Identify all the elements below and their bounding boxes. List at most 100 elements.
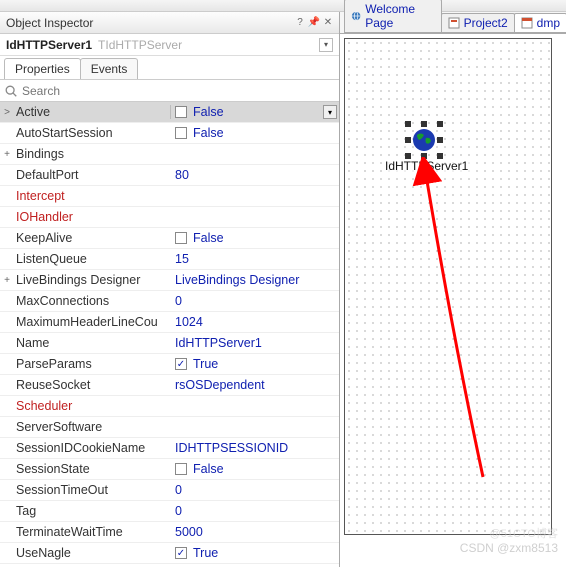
prop-row-terminatewaittime[interactable]: TerminateWaitTime 5000 <box>0 522 339 543</box>
tab-project[interactable]: Project2 <box>441 13 515 33</box>
prop-value-cell[interactable]: LiveBindings Designer <box>170 273 339 287</box>
prop-value-cell[interactable]: ✓ True <box>170 357 339 371</box>
prop-row-intercept[interactable]: Intercept <box>0 186 339 207</box>
prop-row-bindings[interactable]: +Bindings <box>0 144 339 165</box>
form-icon <box>521 17 533 29</box>
designer-panel: Welcome Page Project2 dmp <box>340 12 566 567</box>
prop-value-cell[interactable]: 15 <box>170 252 339 266</box>
prop-value-cell[interactable]: False <box>170 126 339 140</box>
main-toolbar <box>0 0 566 12</box>
form-canvas[interactable]: IdHTTPServer1 @51CTO博客 CSDN @zxm8513 <box>340 34 566 567</box>
prop-row-active[interactable]: >ActiveFalse▾ <box>0 102 339 123</box>
expand-toggle[interactable]: + <box>0 149 14 160</box>
prop-name: MaximumHeaderLineCou <box>14 315 170 329</box>
checkbox[interactable] <box>175 232 187 244</box>
prop-value-cell[interactable]: 1024 <box>170 315 339 329</box>
prop-name: SessionIDCookieName <box>14 441 170 455</box>
tab-welcome-label: Welcome Page <box>365 2 434 30</box>
prop-row-keepalive[interactable]: KeepAliveFalse <box>0 228 339 249</box>
tab-dmp-label: dmp <box>537 16 560 30</box>
prop-name: AutoStartSession <box>14 126 170 140</box>
prop-value: IdHTTPServer1 <box>175 336 262 350</box>
prop-row-name[interactable]: Name IdHTTPServer1 <box>0 333 339 354</box>
prop-row-tag[interactable]: Tag 0 <box>0 501 339 522</box>
prop-name: SessionState <box>14 462 170 476</box>
selection-handles <box>405 121 443 159</box>
prop-row-reusesocket[interactable]: ReuseSocketrsOSDependent <box>0 375 339 396</box>
prop-value: 0 <box>175 483 182 497</box>
prop-row-iohandler[interactable]: IOHandler <box>0 207 339 228</box>
tab-welcome[interactable]: Welcome Page <box>344 0 442 33</box>
prop-name: ServerSoftware <box>14 420 170 434</box>
pin-icon[interactable]: 📌 <box>309 18 319 28</box>
prop-value: True <box>193 357 218 371</box>
search-input[interactable] <box>22 82 335 100</box>
globe-icon <box>351 10 361 22</box>
prop-value-cell[interactable]: 0 <box>170 504 339 518</box>
prop-value: False <box>193 462 224 476</box>
search-icon <box>4 84 18 98</box>
prop-value-cell[interactable]: rsOSDependent <box>170 378 339 392</box>
chevron-down-icon[interactable]: ▾ <box>319 38 333 52</box>
close-icon[interactable]: ✕ <box>323 18 333 28</box>
prop-value-cell[interactable]: 0 <box>170 483 339 497</box>
prop-value-cell[interactable]: False▾ <box>170 105 339 119</box>
prop-row-autostartsession[interactable]: AutoStartSession False <box>0 123 339 144</box>
checkbox[interactable] <box>175 106 187 118</box>
prop-row-usenagle[interactable]: UseNagle✓True <box>0 543 339 564</box>
checkbox[interactable]: ✓ <box>175 547 187 559</box>
prop-row-scheduler[interactable]: Scheduler <box>0 396 339 417</box>
prop-value: 80 <box>175 168 189 182</box>
prop-value-cell[interactable]: False <box>170 231 339 245</box>
prop-value-cell[interactable]: ✓True <box>170 546 339 560</box>
prop-name: Tag <box>14 504 170 518</box>
tab-dmp[interactable]: dmp <box>514 13 566 33</box>
prop-row-sessiontimeout[interactable]: SessionTimeOut 0 <box>0 480 339 501</box>
prop-name: MaxConnections <box>14 294 170 308</box>
prop-value-cell[interactable]: 0 <box>170 294 339 308</box>
prop-value: 15 <box>175 252 189 266</box>
prop-name: Intercept <box>14 189 170 203</box>
prop-name: ReuseSocket <box>14 378 170 392</box>
object-inspector-panel: Object Inspector ? 📌 ✕ IdHTTPServer1 TId… <box>0 12 340 567</box>
prop-value-cell[interactable]: 5000 <box>170 525 339 539</box>
prop-row-listenqueue[interactable]: ListenQueue15 <box>0 249 339 270</box>
expand-toggle[interactable]: > <box>0 107 14 118</box>
prop-value-cell[interactable]: False <box>170 462 339 476</box>
chevron-down-icon[interactable]: ▾ <box>323 105 337 119</box>
prop-value-cell[interactable]: IDHTTPSESSIONID <box>170 441 339 455</box>
help-icon[interactable]: ? <box>295 18 305 28</box>
prop-name: IOHandler <box>14 210 170 224</box>
checkbox[interactable] <box>175 463 187 475</box>
prop-name: Name <box>14 336 170 350</box>
prop-name: TerminateWaitTime <box>14 525 170 539</box>
prop-row-sessionidcookiename[interactable]: SessionIDCookieNameIDHTTPSESSIONID <box>0 438 339 459</box>
designer-tabs: Welcome Page Project2 dmp <box>340 12 566 34</box>
component-selector[interactable]: IdHTTPServer1 TIdHTTPServer ▾ <box>0 34 339 56</box>
expand-toggle[interactable]: + <box>0 275 14 286</box>
prop-value: LiveBindings Designer <box>175 273 299 287</box>
prop-value-cell[interactable]: 80 <box>170 168 339 182</box>
prop-name: LiveBindings Designer <box>14 273 170 287</box>
prop-row-serversoftware[interactable]: ServerSoftware <box>0 417 339 438</box>
component-type: TIdHTTPServer <box>98 38 182 52</box>
prop-row-sessionstate[interactable]: SessionState False <box>0 459 339 480</box>
form-surface[interactable]: IdHTTPServer1 <box>344 38 552 535</box>
prop-name: SessionTimeOut <box>14 483 170 497</box>
prop-row-livebindings-designer[interactable]: +LiveBindings DesignerLiveBindings Desig… <box>0 270 339 291</box>
tab-events[interactable]: Events <box>80 58 139 79</box>
component-label: IdHTTPServer1 <box>383 159 470 173</box>
prop-name: Bindings <box>14 147 170 161</box>
prop-value: False <box>193 126 224 140</box>
checkbox[interactable]: ✓ <box>175 358 187 370</box>
idhttpserver-component[interactable] <box>409 125 439 155</box>
prop-value: 5000 <box>175 525 203 539</box>
prop-value-cell[interactable]: IdHTTPServer1 <box>170 336 339 350</box>
prop-row-defaultport[interactable]: DefaultPort80 <box>0 165 339 186</box>
prop-value: 0 <box>175 504 182 518</box>
tab-properties[interactable]: Properties <box>4 58 81 79</box>
prop-row-parseparams[interactable]: ParseParams✓True <box>0 354 339 375</box>
checkbox[interactable] <box>175 127 187 139</box>
prop-row-maximumheaderlinecou[interactable]: MaximumHeaderLineCou1024 <box>0 312 339 333</box>
prop-row-maxconnections[interactable]: MaxConnections0 <box>0 291 339 312</box>
